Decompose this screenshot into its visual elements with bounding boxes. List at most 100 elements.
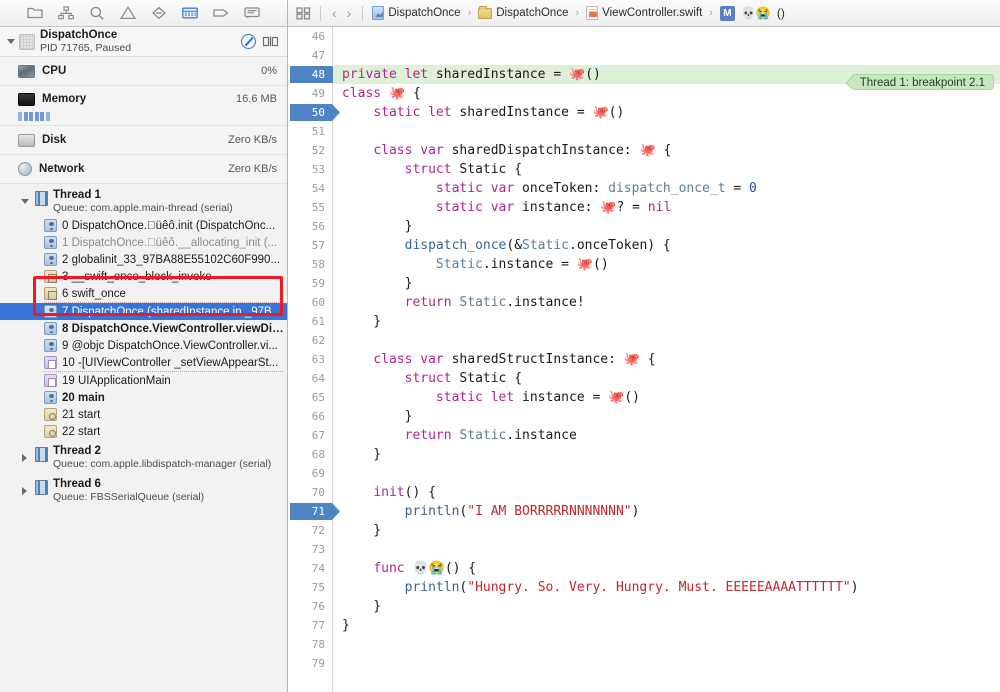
gutter-line[interactable]: 69 [288, 464, 332, 483]
thread-header[interactable]: Thread 6Queue: FBSSerialQueue (serial) [0, 475, 287, 506]
gutter-line[interactable]: 54 [288, 179, 332, 198]
thread-disclosure-triangle[interactable] [18, 484, 31, 497]
process-header[interactable]: DispatchOnce PID 71765, Paused [0, 27, 287, 57]
debug-icon[interactable] [181, 5, 199, 22]
gutter-line[interactable]: 70 [288, 483, 332, 502]
stack-frame-row[interactable]: 6 swift_once [0, 285, 287, 302]
code-line[interactable]: } [333, 407, 1000, 426]
process-disclosure-triangle[interactable] [4, 35, 17, 48]
gutter-line[interactable]: 62 [288, 331, 332, 350]
code-line[interactable]: class var sharedStructInstance: 🐙 { [333, 350, 1000, 369]
gutter-line[interactable]: 53 [288, 160, 332, 179]
code-line[interactable]: } [333, 616, 1000, 635]
code-line[interactable]: class var sharedDispatchInstance: 🐙 { [333, 141, 1000, 160]
symbol-emoji[interactable]: 💀😭 [741, 6, 771, 20]
code-line[interactable]: return Static.instance! [333, 293, 1000, 312]
code-line[interactable] [333, 464, 1000, 483]
related-items-icon[interactable] [296, 6, 311, 20]
code-line[interactable] [333, 27, 1000, 46]
gutter-line[interactable]: 59 [288, 274, 332, 293]
code-line[interactable]: } [333, 274, 1000, 293]
code-line[interactable]: static let sharedInstance = 🐙() [333, 103, 1000, 122]
gutter-line[interactable]: 61 [288, 312, 332, 331]
gutter-line[interactable]: 67 [288, 426, 332, 445]
back-button[interactable]: ‹ [330, 5, 339, 21]
breadcrumb-item-file[interactable]: ViewController.swift [586, 6, 702, 20]
gutter-line[interactable]: 58 [288, 255, 332, 274]
gutter-line[interactable]: 65 [288, 388, 332, 407]
stack-frame-row[interactable]: 10 -[UIViewController _setViewAppearSt..… [0, 354, 287, 371]
code-line[interactable]: struct Static { [333, 369, 1000, 388]
gutter-line[interactable]: 56 [288, 217, 332, 236]
code-line[interactable]: } [333, 445, 1000, 464]
log-icon[interactable] [243, 5, 261, 22]
code-line[interactable]: } [333, 521, 1000, 540]
gutter-line[interactable]: 52 [288, 141, 332, 160]
code-line[interactable] [333, 46, 1000, 65]
code-line[interactable]: } [333, 217, 1000, 236]
code-line[interactable] [333, 331, 1000, 350]
gutter-line[interactable]: 75 [288, 578, 332, 597]
gutter-line[interactable]: 72 [288, 521, 332, 540]
thread-header[interactable]: Thread 2Queue: com.apple.libdispatch-man… [0, 442, 287, 473]
folder-icon[interactable] [26, 5, 44, 22]
stack-frame-row[interactable]: 1 DispatchOnce.üêô.__allocating_init (.… [0, 234, 287, 251]
code-line[interactable] [333, 122, 1000, 141]
code-line[interactable]: println("Hungry. So. Very. Hungry. Must.… [333, 578, 1000, 597]
code-line[interactable]: } [333, 597, 1000, 616]
pause-resume-icon[interactable] [241, 34, 256, 49]
stack-frame-row[interactable]: 22 start [0, 423, 287, 440]
code-line[interactable]: init() { [333, 483, 1000, 502]
code-line[interactable]: static var onceToken: dispatch_once_t = … [333, 179, 1000, 198]
code-line[interactable]: } [333, 312, 1000, 331]
stack-frame-row[interactable]: 20 main [0, 389, 287, 406]
gutter-line[interactable]: 63 [288, 350, 332, 369]
stack-frame-row[interactable]: 7 DispatchOnce.(sharedInstance in _97B..… [0, 303, 287, 320]
gutter-line[interactable]: 46 [288, 27, 332, 46]
forward-button[interactable]: › [345, 5, 354, 21]
gutter-line[interactable]: 47 [288, 46, 332, 65]
stack-frame-row[interactable]: 3 __swift_once_block_invoke [0, 268, 287, 285]
split-view-icon[interactable] [262, 35, 279, 48]
gutter-line[interactable]: 57 [288, 236, 332, 255]
code-line[interactable] [333, 654, 1000, 673]
gutter-line[interactable]: 50 [288, 103, 332, 122]
code-line[interactable]: Static.instance = 🐙() [333, 255, 1000, 274]
gauge-row-memory[interactable]: Memory 16.6 MB [0, 86, 287, 112]
gutter-line[interactable]: 73 [288, 540, 332, 559]
issue-icon[interactable] [150, 5, 168, 22]
warning-icon[interactable] [119, 5, 137, 22]
code-line[interactable]: static var instance: 🐙? = nil [333, 198, 1000, 217]
stack-frame-row[interactable]: 0 DispatchOnce.üêô.init (DispatchOnc... [0, 217, 287, 234]
hierarchy-icon[interactable] [57, 5, 75, 22]
code-line[interactable]: func 💀😭() { [333, 559, 1000, 578]
code-line[interactable] [333, 635, 1000, 654]
thread-header[interactable]: Thread 1Queue: com.apple.main-thread (se… [0, 186, 287, 217]
code-line[interactable] [333, 540, 1000, 559]
gauge-row-disk[interactable]: Disk Zero KB/s [0, 126, 287, 155]
stack-frame-row[interactable]: 8 DispatchOnce.ViewController.viewDid... [0, 320, 287, 337]
gutter-line[interactable]: 48 [288, 65, 332, 84]
gutter-line[interactable]: 64 [288, 369, 332, 388]
breadcrumb-item-project[interactable]: DispatchOnce [372, 6, 460, 20]
stack-frame-row[interactable]: 21 start [0, 406, 287, 423]
gutter-line[interactable]: 76 [288, 597, 332, 616]
stack-frame-row[interactable]: 9 @objc DispatchOnce.ViewController.vi..… [0, 337, 287, 354]
code-line[interactable]: static let instance = 🐙() [333, 388, 1000, 407]
gutter-line[interactable]: 74 [288, 559, 332, 578]
gutter-line[interactable]: 66 [288, 407, 332, 426]
search-icon[interactable] [88, 5, 106, 22]
code-line[interactable]: return Static.instance [333, 426, 1000, 445]
line-number-gutter[interactable]: 4647484950515253545556575859606162636465… [288, 27, 333, 692]
stack-frame-row[interactable]: 2 globalinit_33_97BA88E55102C60F990... [0, 251, 287, 268]
breadcrumb-item-folder[interactable]: DispatchOnce [478, 7, 568, 19]
gutter-line[interactable]: 60 [288, 293, 332, 312]
gutter-line[interactable]: 78 [288, 635, 332, 654]
code-line[interactable]: dispatch_once(&Static.onceToken) { [333, 236, 1000, 255]
gutter-line[interactable]: 68 [288, 445, 332, 464]
gutter-line[interactable]: 49 [288, 84, 332, 103]
gauge-row-network[interactable]: Network Zero KB/s [0, 155, 287, 184]
gutter-line[interactable]: 77 [288, 616, 332, 635]
code-line[interactable]: struct Static { [333, 160, 1000, 179]
code-body[interactable]: private let sharedInstance = 🐙()class 🐙 … [333, 27, 1000, 692]
